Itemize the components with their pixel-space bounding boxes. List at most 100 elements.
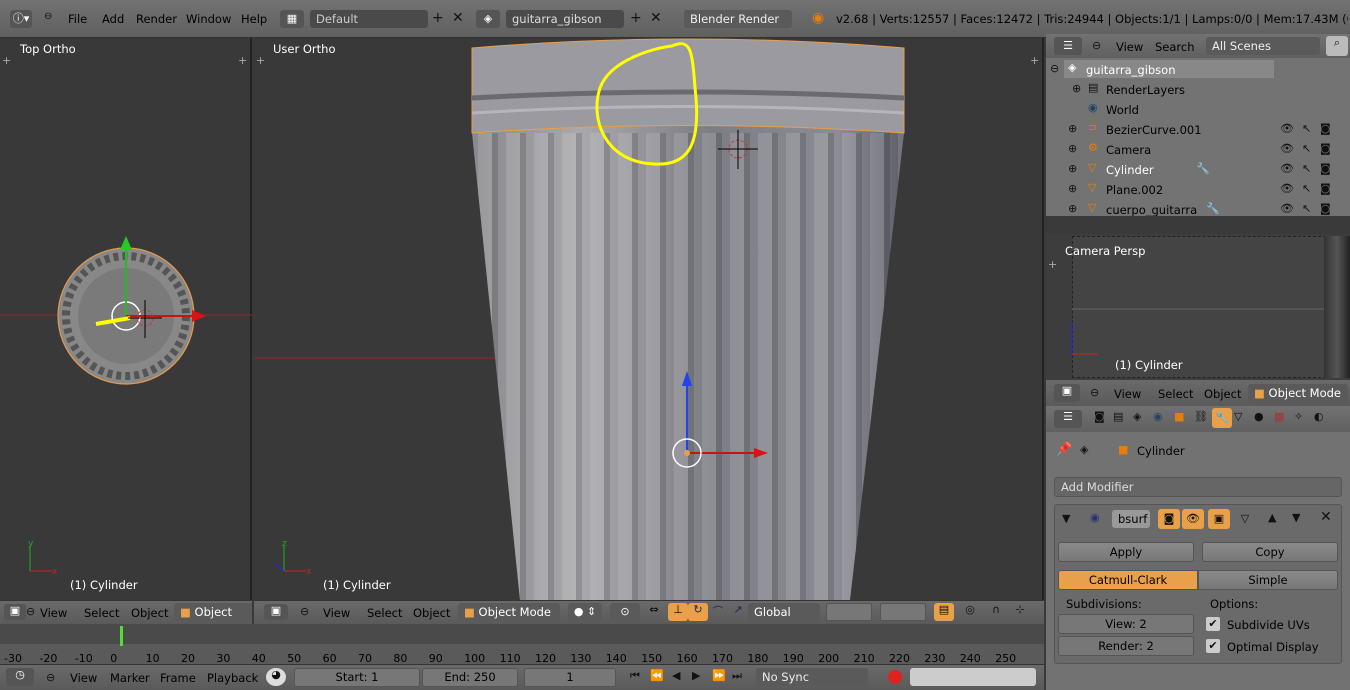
render-levels-field[interactable]: Render: 2 — [1058, 636, 1194, 656]
expand-icon[interactable]: ⊕ — [1072, 82, 1081, 95]
preview-range-icon[interactable]: ◕ — [266, 668, 286, 686]
collapse-icon[interactable]: ⊖ — [26, 605, 35, 618]
corner-plus-icon[interactable]: + — [256, 54, 265, 67]
scene-filter-select[interactable]: All Scenes — [1206, 37, 1320, 55]
mode-select[interactable]: ■ Object Mod — [174, 603, 252, 637]
snap-target-icon[interactable]: ⊹ — [1010, 603, 1030, 621]
menu-view[interactable]: View — [40, 606, 67, 620]
view-type-icon[interactable]: ▣ — [4, 604, 26, 620]
view-type-icon[interactable]: ▣ — [264, 604, 288, 620]
expand-icon[interactable]: ⊕ — [1068, 182, 1077, 195]
material-tab-icon[interactable]: ● — [1254, 410, 1264, 423]
outliner-item[interactable]: ⊕ ▤ RenderLayers — [1046, 80, 1350, 100]
camera-render-icon[interactable]: ◙ — [1320, 122, 1331, 135]
menu-view[interactable]: View — [323, 606, 350, 620]
eye-icon[interactable]: 👁 — [1280, 202, 1294, 215]
pivot-icon[interactable]: ⊙ — [610, 603, 640, 621]
display-toggle-icon[interactable]: 👁 — [1182, 509, 1204, 529]
orientation-select[interactable]: Global — [748, 603, 820, 621]
current-frame-field[interactable]: 1 — [524, 668, 616, 687]
add-scene-icon[interactable]: + — [630, 10, 642, 26]
outliner-item[interactable]: ◉ World — [1046, 100, 1350, 120]
constraints-tab-icon[interactable]: ⛓ — [1194, 410, 1208, 423]
outliner-item[interactable]: ⊕ ⊃ BezierCurve.001 👁 ↖ ◙ — [1046, 120, 1350, 140]
menu-object[interactable]: Object — [131, 606, 168, 620]
physics-tab-icon[interactable]: ◐ — [1314, 410, 1324, 423]
jump-keyframe-back-icon[interactable]: ⏪ — [650, 669, 664, 682]
simple-tab[interactable]: Simple — [1198, 570, 1338, 590]
snap-icon[interactable]: ∩ — [986, 603, 1006, 621]
view-levels-field[interactable]: View: 2 — [1058, 614, 1194, 634]
collapse-icon[interactable]: ⊖ — [44, 11, 52, 22]
mode-select[interactable]: ■ Object Mode — [1248, 384, 1348, 402]
menu-window[interactable]: Window — [186, 12, 231, 26]
menu-view[interactable]: View — [1114, 387, 1141, 401]
menu-object[interactable]: Object — [1204, 387, 1241, 401]
menu-frame[interactable]: Frame — [160, 671, 196, 685]
editmode-toggle-icon[interactable]: ▣ — [1208, 509, 1230, 529]
object-tab-icon[interactable]: ■ — [1174, 410, 1184, 423]
render-tab-icon[interactable]: ◙ — [1094, 410, 1105, 423]
outliner-item[interactable]: ⊕ ▽ Cylinder 🔧 👁 ↖ ◙ — [1046, 160, 1350, 180]
menu-marker[interactable]: Marker — [110, 671, 150, 685]
corner-plus-icon[interactable]: + — [1048, 258, 1057, 271]
move-up-icon[interactable]: ▲ — [1268, 511, 1276, 524]
scene-icon[interactable]: ◈ — [476, 10, 500, 28]
play-reverse-icon[interactable]: ◀ — [672, 669, 680, 682]
collapse-icon[interactable]: ⊖ — [1090, 386, 1099, 399]
eye-icon[interactable]: 👁 — [1280, 162, 1294, 175]
transform-icon[interactable]: ↗ — [728, 603, 748, 621]
close-scene-icon[interactable]: ✕ — [650, 10, 662, 26]
eye-icon[interactable]: 👁 — [1280, 142, 1294, 155]
optimal-display-checkbox[interactable]: ✔ — [1206, 639, 1220, 653]
render-preview-icon[interactable]: ◎ — [960, 603, 980, 621]
menu-file[interactable]: File — [68, 12, 87, 26]
expand-icon[interactable]: ⊕ — [1068, 202, 1077, 215]
move-down-icon[interactable]: ▼ — [1292, 511, 1300, 524]
apply-button[interactable]: Apply — [1058, 542, 1194, 562]
scale-icon[interactable]: ⌒ — [708, 603, 728, 621]
cursor-icon[interactable]: ↖ — [1302, 162, 1311, 175]
corner-plus-icon[interactable]: + — [1030, 54, 1039, 67]
render-toggle-icon[interactable]: ◙ — [1158, 509, 1180, 529]
menu-select[interactable]: Select — [367, 606, 402, 620]
eye-icon[interactable]: 👁 — [1280, 182, 1294, 195]
lock-layers-icon[interactable]: ▤ — [934, 603, 954, 621]
cursor-icon[interactable]: ↖ — [1302, 182, 1311, 195]
play-icon[interactable]: ▶ — [692, 669, 700, 682]
collapse-modifier-icon[interactable]: ▼ — [1062, 512, 1070, 525]
collapse-icon[interactable]: ⊖ — [1092, 39, 1101, 52]
texture-tab-icon[interactable]: ▩ — [1274, 410, 1284, 423]
camera-render-icon[interactable]: ◙ — [1320, 162, 1331, 175]
cage-toggle-icon[interactable]: ▽ — [1234, 509, 1256, 529]
particles-tab-icon[interactable]: ✧ — [1294, 410, 1303, 423]
end-frame-field[interactable]: End: 250 — [422, 668, 518, 687]
outliner-item[interactable]: ⊕ ▽ Plane.002 👁 ↖ ◙ — [1046, 180, 1350, 200]
menu-view[interactable]: View — [70, 671, 97, 685]
rotate-icon[interactable]: ↻ — [688, 603, 708, 621]
editor-type-icon[interactable]: ☰ — [1054, 37, 1082, 55]
menu-add[interactable]: Add — [102, 12, 124, 26]
menu-object[interactable]: Object — [413, 606, 450, 620]
menu-render[interactable]: Render — [136, 12, 177, 26]
eye-icon[interactable]: 👁 — [1280, 122, 1294, 135]
remove-modifier-icon[interactable]: ✕ — [1320, 509, 1332, 525]
shading-icon[interactable]: ● ⇕ — [568, 603, 602, 621]
outliner-item[interactable]: ⊕ ▽ cuerpo_guitarra 🔧 👁 ↖ ◙ — [1046, 200, 1350, 216]
expand-icon[interactable]: ⊕ — [1068, 122, 1077, 135]
cursor-icon[interactable]: ↖ — [1302, 122, 1311, 135]
keying-set-field[interactable] — [910, 668, 1036, 686]
sync-select[interactable]: No Sync — [756, 668, 868, 686]
outliner-item[interactable]: ⊕ ⚙ Camera 👁 ↖ ◙ — [1046, 140, 1350, 160]
manipulator-icon[interactable]: ⇔ — [644, 603, 664, 621]
world-tab-icon[interactable]: ◉ — [1153, 410, 1163, 423]
menu-search[interactable]: Search — [1155, 40, 1195, 54]
menu-playback[interactable]: Playback — [207, 671, 258, 685]
catmull-clark-tab[interactable]: Catmull-Clark — [1058, 570, 1198, 590]
layout-icon[interactable]: ▦ — [280, 10, 304, 28]
layout-field[interactable]: Default — [310, 10, 428, 28]
scene-field[interactable]: guitarra_gibson — [506, 10, 624, 28]
add-modifier-button[interactable]: Add Modifier — [1054, 477, 1342, 497]
jump-start-icon[interactable]: ⏮ — [630, 669, 640, 683]
camera-render-icon[interactable]: ◙ — [1320, 142, 1331, 155]
